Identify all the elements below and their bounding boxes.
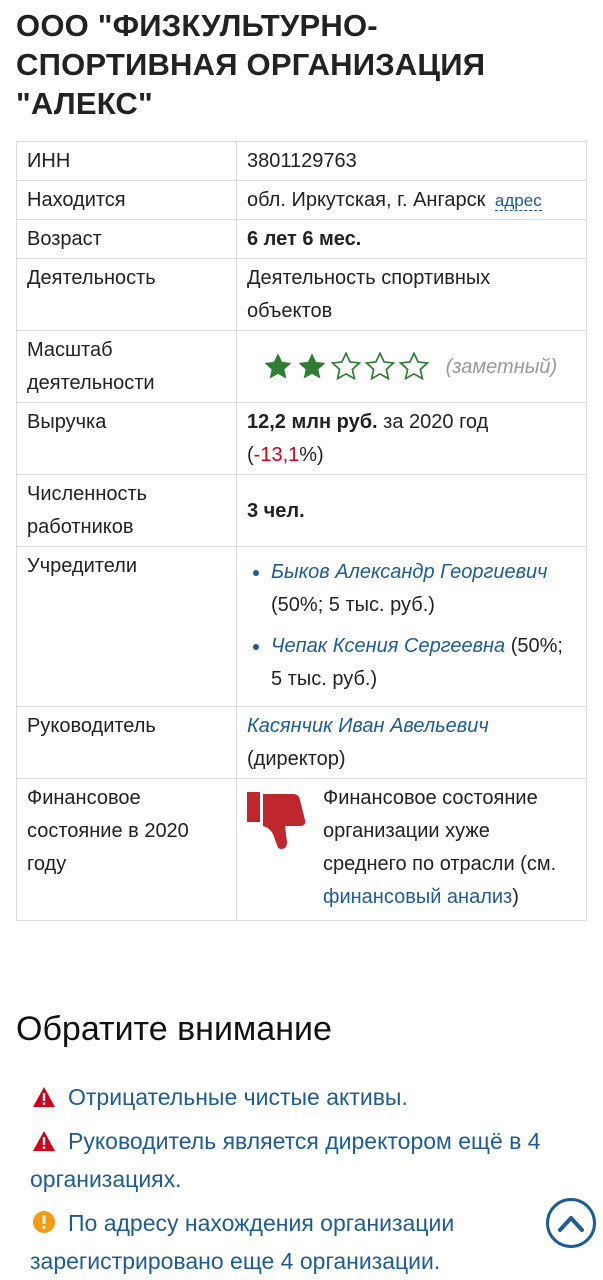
revenue-close: %) (299, 444, 324, 466)
finance-text: Финансовое состояние организации хуже ср… (323, 787, 557, 875)
table-row: Учредители Быков Александр Георгиевич (5… (16, 546, 587, 707)
attention-item[interactable]: По адресу нахождения организации зарегис… (30, 1204, 530, 1280)
company-info-table: ИНН 3801129763 Находится обл. Иркутская,… (16, 141, 587, 921)
warning-triangle-icon (32, 1125, 58, 1151)
founders-cell: Быков Александр Георгиевич (50%; 5 тыс. … (236, 546, 587, 707)
row-label: Выручка (16, 402, 237, 475)
row-label: Возраст (16, 219, 237, 259)
star-empty-icon (364, 352, 396, 381)
director-role: (директор) (247, 748, 346, 770)
revenue-change: -13,1 (253, 444, 300, 466)
location-cell: обл. Иркутская, г. Ангарск адрес (236, 180, 587, 220)
attention-text: По адресу нахождения организации зарегис… (30, 1210, 455, 1274)
finance-close: ) (512, 886, 519, 908)
finance-cell: Финансовое состояние организации хуже ср… (236, 778, 587, 921)
table-row: Выручка 12,2 млн руб. за 2020 год (-13,1… (16, 402, 587, 475)
row-label: Руководитель (16, 706, 237, 779)
address-link[interactable]: адрес (494, 191, 542, 211)
founder-share: (50%; 5 тыс. руб.) (271, 594, 435, 616)
star-filled-icon (264, 353, 292, 379)
activity-value: Деятельность спортивных объектов (236, 258, 587, 331)
table-row: Находится обл. Иркутская, г. Ангарск адр… (16, 180, 587, 220)
attention-text: Руководитель является директором ещё в 4… (30, 1128, 541, 1192)
row-label: ИНН (16, 141, 237, 181)
inn-value: 3801129763 (236, 141, 587, 181)
star-filled-icon (298, 353, 326, 379)
founders-list: Быков Александр Георгиевич (50%; 5 тыс. … (247, 556, 576, 696)
director-link[interactable]: Касянчик Иван Авельевич (247, 715, 489, 737)
rating-stars (262, 352, 430, 382)
scale-note: (заметный) (445, 355, 558, 378)
scroll-to-top-button[interactable] (546, 1198, 596, 1248)
table-row: ИНН 3801129763 (16, 141, 587, 181)
row-label: Масштаб деятельности (16, 330, 237, 403)
table-row: Численность работников 3 чел. (16, 474, 587, 547)
list-item: Чепак Ксения Сергеевна (50%; 5 тыс. руб.… (271, 630, 576, 696)
attention-text: Отрицательные чистые активы. (68, 1084, 408, 1110)
table-row: Руководитель Касянчик Иван Авельевич (ди… (16, 706, 587, 779)
page-title: ООО "ФИЗКУЛЬТУРНО-СПОРТИВНАЯ ОРГАНИЗАЦИЯ… (16, 8, 486, 121)
row-label: Находится (16, 180, 237, 220)
star-empty-icon (398, 352, 430, 381)
revenue-period: за 2020 год (383, 411, 489, 433)
table-row: Масштаб деятельности (заметный) (16, 330, 587, 403)
info-circle-icon (32, 1207, 58, 1233)
attention-item[interactable]: Отрицательные чистые активы. (30, 1078, 590, 1116)
location-value: обл. Иркутская, г. Ангарск (247, 189, 486, 211)
scale-cell: (заметный) (236, 330, 587, 403)
revenue-cell: 12,2 млн руб. за 2020 год (-13,1%) (236, 402, 587, 475)
founder-link[interactable]: Чепак Ксения Сергеевна (271, 635, 505, 657)
warning-triangle-icon (32, 1081, 58, 1107)
row-label: Учредители (16, 546, 237, 707)
table-row: Финансовое состояние в 2020 году Финансо… (16, 778, 587, 921)
founder-link[interactable]: Быков Александр Георгиевич (271, 561, 548, 583)
table-row: Возраст 6 лет 6 мес. (16, 219, 587, 259)
employees-value: 3 чел. (236, 474, 587, 547)
row-label: Деятельность (16, 258, 237, 331)
age-value: 6 лет 6 мес. (236, 219, 587, 259)
director-cell: Касянчик Иван Авельевич (директор) (236, 706, 587, 779)
finance-analysis-link[interactable]: финансовый анализ (323, 886, 512, 908)
revenue-amount: 12,2 млн руб. (247, 411, 378, 433)
revenue-open: ( (247, 444, 254, 466)
star-empty-icon (330, 352, 362, 381)
chevron-up-icon (558, 1216, 584, 1232)
list-item: Быков Александр Георгиевич (50%; 5 тыс. … (271, 556, 576, 622)
table-row: Деятельность Деятельность спортивных объ… (16, 258, 587, 331)
row-label: Финансовое состояние в 2020 году (16, 778, 237, 921)
row-label: Численность работников (16, 474, 237, 547)
thumbs-down-icon (247, 782, 309, 914)
attention-item[interactable]: Руководитель является директором ещё в 4… (30, 1122, 590, 1198)
attention-heading: Обратите внимание (16, 1010, 332, 1048)
